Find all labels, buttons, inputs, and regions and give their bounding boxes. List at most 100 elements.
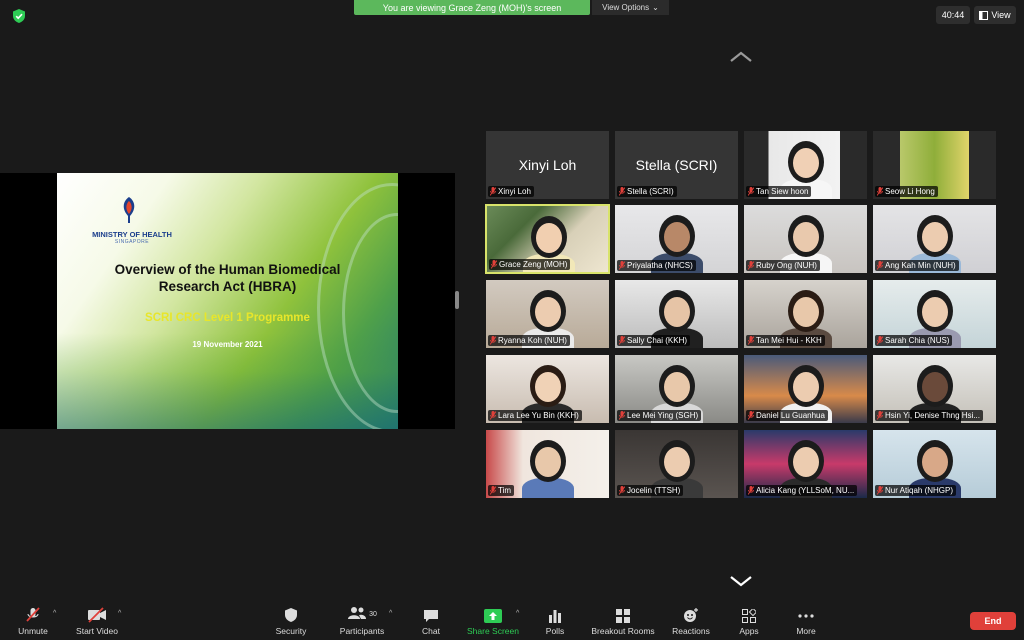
presentation-slide: MINISTRY OF HEALTH SINGAPORE Overview of… xyxy=(57,173,398,429)
participant-name: Grace Zeng (MOH) xyxy=(499,260,568,269)
muted-mic-icon xyxy=(877,486,883,495)
participant-tile[interactable]: Ang Kah Min (NUH) xyxy=(872,204,997,274)
breakout-rooms-icon xyxy=(616,609,630,623)
chevron-down-icon[interactable] xyxy=(729,574,753,588)
participant-name-label: Lee Mei Ying (SGH) xyxy=(617,410,702,421)
more-label: More xyxy=(796,626,816,636)
chevron-up-icon[interactable] xyxy=(729,50,753,64)
grid-view-icon xyxy=(979,10,989,20)
participant-name: Daniel Lu Guanhua xyxy=(756,411,825,420)
participant-tile[interactable]: Lara Lee Yu Bin (KKH) xyxy=(485,354,610,424)
ministry-subtitle: SINGAPORE xyxy=(114,239,150,245)
participant-tile[interactable]: Tim xyxy=(485,429,610,499)
participant-tile[interactable]: Alicia Kang (YLLSoM, NU... xyxy=(743,429,868,499)
participant-tile[interactable]: Grace Zeng (MOH) xyxy=(485,204,610,274)
chat-button[interactable]: Chat xyxy=(416,602,446,640)
participant-tile[interactable]: Xinyi Loh Xinyi Loh xyxy=(485,130,610,200)
meeting-toolbar: Unmute ^ Start Video ^ Security 30 Parti… xyxy=(0,602,1024,640)
participant-tile[interactable]: Ryanna Koh (NUH) xyxy=(485,279,610,349)
muted-mic-icon xyxy=(748,336,754,345)
muted-mic-icon xyxy=(619,187,625,196)
participant-name: Lee Mei Ying (SGH) xyxy=(627,411,699,420)
participant-tile[interactable]: Sarah Chia (NUS) xyxy=(872,279,997,349)
zoom-meeting-window: You are viewing Grace Zeng (MOH)'s scree… xyxy=(0,0,1024,640)
splitter-handle[interactable] xyxy=(455,291,459,309)
muted-mic-icon xyxy=(748,486,754,495)
shield-icon xyxy=(285,608,297,622)
participant-name: Tan Siew hoon xyxy=(756,187,809,196)
participant-tile[interactable]: Priyalatha (NHCS) xyxy=(614,204,739,274)
muted-mic-icon xyxy=(748,187,754,196)
polls-label: Polls xyxy=(545,626,565,636)
view-button[interactable]: View xyxy=(974,6,1016,24)
security-button[interactable]: Security xyxy=(270,602,312,640)
apps-icon xyxy=(742,609,756,623)
slide-programme: SCRI CRC Level 1 Programme xyxy=(145,312,310,324)
breakout-rooms-label: Breakout Rooms xyxy=(591,626,655,636)
participant-name: Seow Li Hong xyxy=(885,187,935,196)
participant-name-label: Tan Mei Hui - KKH xyxy=(746,335,825,346)
muted-mic-icon xyxy=(490,336,496,345)
start-video-label: Start Video xyxy=(76,626,118,636)
more-button[interactable]: More xyxy=(790,602,822,640)
view-label: View xyxy=(991,10,1011,20)
video-off-icon xyxy=(88,607,106,623)
chat-label: Chat xyxy=(422,626,440,636)
participant-tile[interactable]: Lee Mei Ying (SGH) xyxy=(614,354,739,424)
microphone-muted-icon xyxy=(26,607,40,622)
participant-name: Priyalatha (NHCS) xyxy=(627,261,693,270)
shared-screen: MINISTRY OF HEALTH SINGAPORE Overview of… xyxy=(0,173,455,429)
participant-name-label: Tan Siew hoon xyxy=(746,186,812,197)
participants-options-caret-icon[interactable]: ^ xyxy=(389,610,392,617)
participants-label: Participants xyxy=(339,626,385,636)
video-options-caret-icon[interactable]: ^ xyxy=(118,610,121,617)
participant-name-label: Seow Li Hong xyxy=(875,186,938,197)
muted-mic-icon xyxy=(877,187,883,196)
participant-name-label: Jocelin (TTSH) xyxy=(617,485,684,496)
participant-name: Xinyi Loh xyxy=(498,187,531,196)
participant-tile[interactable]: Hsin Yi, Denise Thng Hsi... xyxy=(872,354,997,424)
share-options-caret-icon[interactable]: ^ xyxy=(516,610,519,617)
apps-button[interactable]: Apps xyxy=(734,602,764,640)
muted-mic-icon xyxy=(748,411,754,420)
participant-name-label: Nur Atiqah (NHGP) xyxy=(875,485,957,496)
participant-tile[interactable]: Nur Atiqah (NHGP) xyxy=(872,429,997,499)
polls-icon xyxy=(549,610,561,623)
muted-mic-icon xyxy=(619,486,625,495)
participant-name: Nur Atiqah (NHGP) xyxy=(885,486,954,495)
security-label: Security xyxy=(275,626,307,636)
participant-name: Stella (SCRI) xyxy=(627,187,674,196)
participant-tile[interactable]: Stella (SCRI) Stella (SCRI) xyxy=(614,130,739,200)
participant-name-label: Daniel Lu Guanhua xyxy=(746,410,828,421)
participant-tile[interactable]: Seow Li Hong xyxy=(872,130,997,200)
participant-tile[interactable]: Tan Mei Hui - KKH xyxy=(743,279,868,349)
encryption-shield-icon[interactable] xyxy=(11,8,27,24)
breakout-rooms-button[interactable]: Breakout Rooms xyxy=(588,602,658,640)
chat-icon xyxy=(424,610,438,622)
view-options-dropdown[interactable]: View Options ⌄ xyxy=(592,0,669,15)
unmute-button[interactable]: Unmute ^ xyxy=(8,602,58,640)
participant-tile[interactable]: Sally Chai (KKH) xyxy=(614,279,739,349)
polls-button[interactable]: Polls xyxy=(540,602,570,640)
muted-mic-icon xyxy=(490,411,496,420)
end-meeting-button[interactable]: End xyxy=(970,612,1016,630)
participant-name-label: Grace Zeng (MOH) xyxy=(489,259,571,270)
participant-name-label: Priyalatha (NHCS) xyxy=(617,260,696,271)
participant-tile[interactable]: Jocelin (TTSH) xyxy=(614,429,739,499)
participants-button[interactable]: 30 Participants ^ xyxy=(333,602,392,640)
participant-tile[interactable]: Tan Siew hoon xyxy=(743,130,868,200)
participant-tile[interactable]: Daniel Lu Guanhua xyxy=(743,354,868,424)
moh-logo-icon xyxy=(123,197,135,223)
participant-name: Lara Lee Yu Bin (KKH) xyxy=(498,411,579,420)
start-video-button[interactable]: Start Video ^ xyxy=(70,602,124,640)
audio-options-caret-icon[interactable]: ^ xyxy=(53,610,56,617)
participant-name: Alicia Kang (YLLSoM, NU... xyxy=(756,486,855,495)
participant-name-label: Lara Lee Yu Bin (KKH) xyxy=(488,410,582,421)
participant-name-label: Ang Kah Min (NUH) xyxy=(875,260,959,271)
participants-icon-group: 30 xyxy=(347,606,377,623)
participant-name-label: Ryanna Koh (NUH) xyxy=(488,335,570,346)
share-screen-button[interactable]: Share Screen ^ xyxy=(464,602,522,640)
participant-name-label: Stella (SCRI) xyxy=(617,186,677,197)
participant-tile[interactable]: Ruby Ong (NUH) xyxy=(743,204,868,274)
reactions-button[interactable]: Reactions xyxy=(670,602,712,640)
